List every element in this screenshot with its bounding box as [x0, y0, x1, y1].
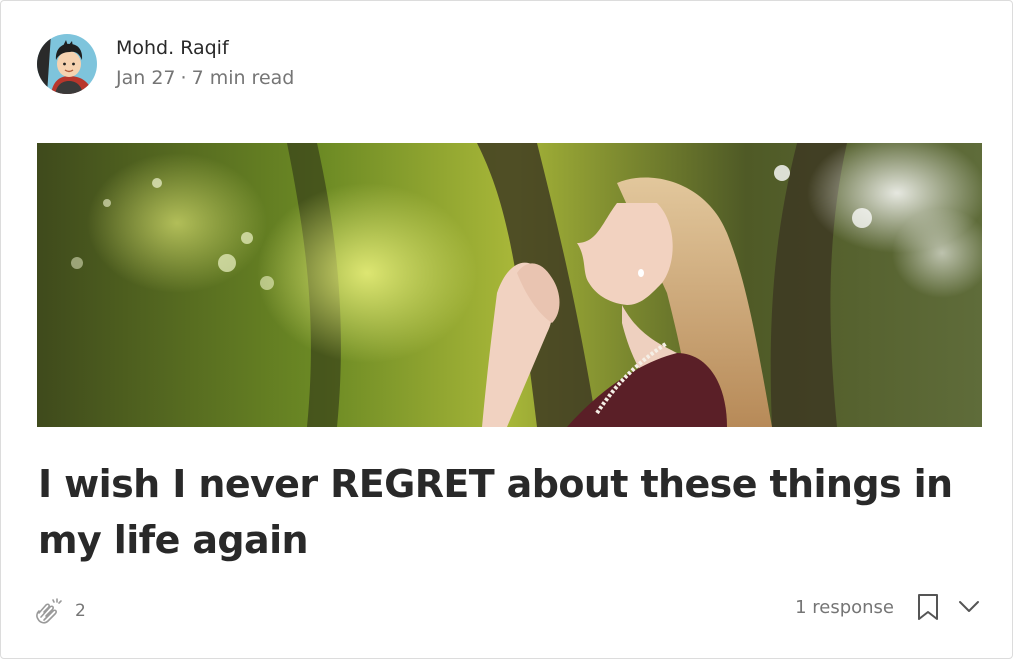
- author-meta: Mohd. Raqif Jan 27 · 7 min read: [116, 35, 294, 91]
- hero-photo: [37, 143, 982, 427]
- chevron-down-icon: [959, 601, 979, 612]
- post-actions: 1 response: [795, 591, 982, 623]
- author-avatar[interactable]: [37, 34, 97, 94]
- read-time: 7 min read: [191, 67, 295, 89]
- responses-link[interactable]: 1 response: [795, 597, 894, 618]
- post-title[interactable]: I wish I never REGRET about these things…: [38, 456, 978, 568]
- clap-count: 2: [75, 601, 86, 621]
- author-row: Mohd. Raqif Jan 27 · 7 min read: [37, 34, 294, 94]
- cartoon-avatar-icon: [37, 34, 97, 94]
- author-name[interactable]: Mohd. Raqif: [116, 35, 294, 61]
- post-date: Jan 27: [116, 67, 176, 89]
- clap-icon: [36, 598, 62, 624]
- bookmark-button[interactable]: [914, 591, 942, 623]
- clap-area: 2: [31, 591, 86, 627]
- hero-image[interactable]: [37, 143, 982, 427]
- more-options-button[interactable]: [956, 594, 982, 620]
- post-card: Mohd. Raqif Jan 27 · 7 min read I wish I…: [0, 0, 1013, 659]
- bookmark-icon: [918, 594, 938, 620]
- meta-separator: ·: [180, 67, 187, 89]
- post-meta: Jan 27 · 7 min read: [116, 65, 294, 91]
- clap-button[interactable]: [31, 591, 67, 627]
